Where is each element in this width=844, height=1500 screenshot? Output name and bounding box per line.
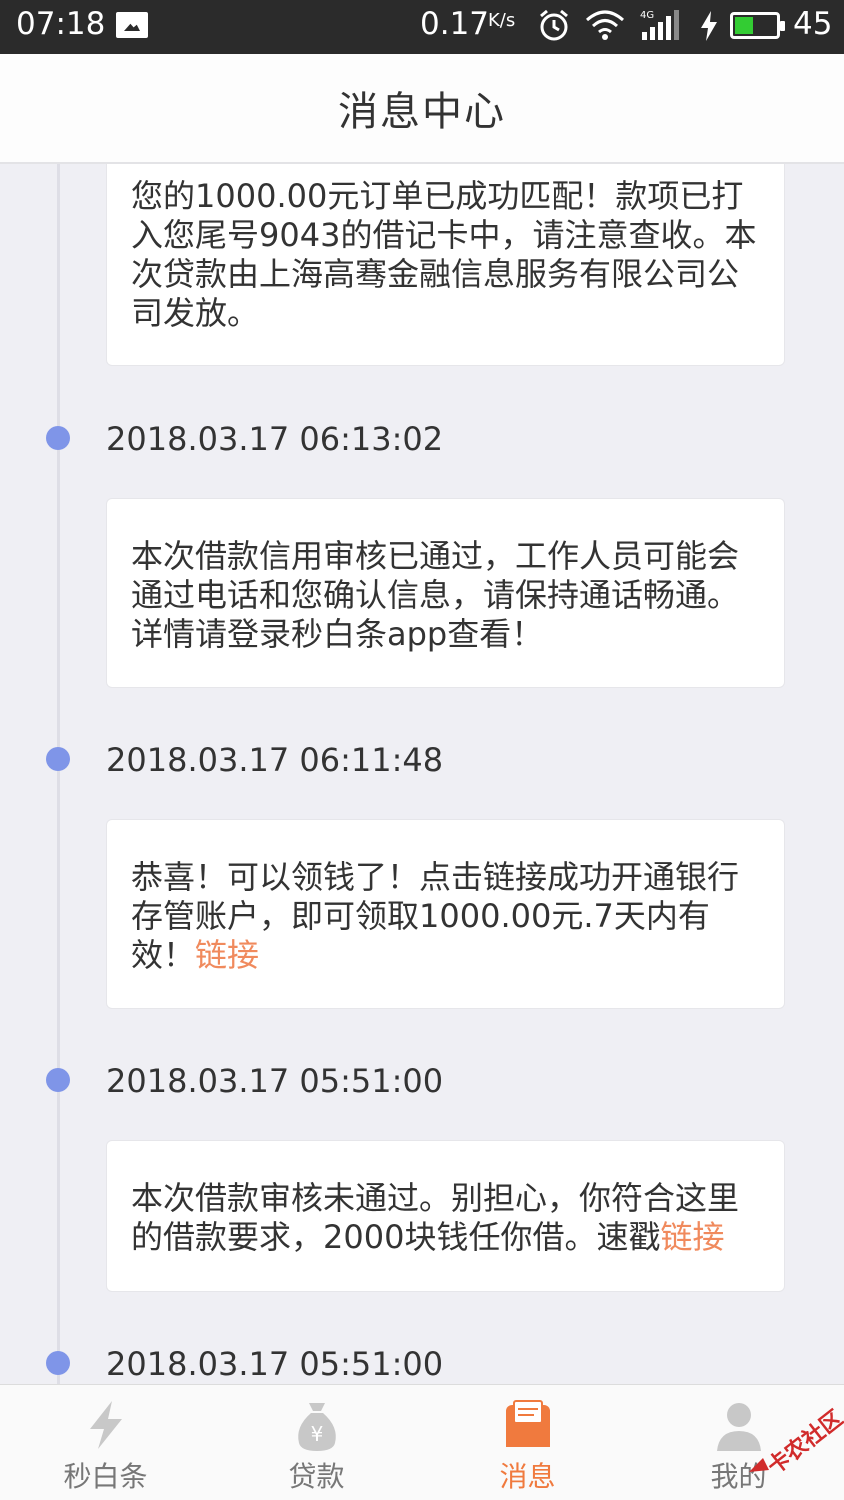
message-text-block: 本次借款审核未通过。别担心，你符合这里的借款要求，2000块钱任你借。速戳链接 (131, 1179, 760, 1257)
battery-icon (730, 12, 785, 39)
message-link[interactable]: 链接 (660, 1218, 724, 1256)
message-text: 您的1000.00元订单已成功匹配！款项已打入您尾号9043的借记卡中，请注意查… (131, 177, 757, 332)
tab-label: 贷款 (288, 1460, 345, 1493)
message-icon (505, 1400, 550, 1447)
lightning-icon (89, 1401, 122, 1449)
network-speed: 0.17 (420, 6, 490, 42)
alarm-icon (540, 9, 568, 41)
signal-icon: 4G (640, 10, 679, 40)
tab-miaobaitiao[interactable]: 秒白条 (0, 1385, 211, 1500)
message-text-block: 恭喜！可以领钱了！点击链接成功开通银行存管账户，即可领取1000.00元.7天内… (131, 858, 760, 975)
message-timestamp: 2018.03.17 06:11:48 (106, 741, 444, 779)
message-timestamp: 2018.03.17 05:51:00 (106, 1062, 444, 1100)
message-text: 本次借款信用审核已通过，工作人员可能会通过电话和您确认信息，请保持通话畅通。详情… (131, 537, 740, 653)
message-card: 您的1000.00元订单已成功匹配！款项已打入您尾号9043的借记卡中，请注意查… (106, 164, 785, 366)
message-card: 本次借款信用审核已通过，工作人员可能会通过电话和您确认信息，请保持通话畅通。详情… (106, 498, 785, 688)
page-title: 消息中心 (338, 89, 506, 135)
status-time: 07:18 (16, 6, 106, 42)
tab-messages[interactable]: 消息 (422, 1385, 633, 1500)
timeline-line (57, 164, 60, 1384)
message-timestamp: 2018.03.17 06:13:02 (106, 420, 444, 458)
tab-label: 秒白条 (63, 1460, 148, 1493)
svg-text:¥: ¥ (310, 1422, 323, 1446)
message-text: 本次借款审核未通过。别担心，你符合这里的借款要求，2000块钱任你借。速戳 (131, 1179, 740, 1256)
header: 消息中心 (0, 54, 844, 164)
wifi-icon (586, 10, 624, 40)
message-link[interactable]: 链接 (195, 936, 259, 974)
charging-icon (701, 11, 717, 41)
tab-label: 消息 (499, 1460, 556, 1493)
bottom-tab-bar: 秒白条 ¥ 贷款 消息 我的 (0, 1384, 844, 1500)
timeline-dot (46, 1351, 70, 1375)
timeline-dot (46, 1068, 70, 1092)
message-card: 恭喜！可以领钱了！点击链接成功开通银行存管账户，即可领取1000.00元.7天内… (106, 819, 785, 1009)
message-timestamp: 2018.03.17 05:51:00 (106, 1345, 444, 1383)
status-bar: 07:18 0.17 K/s 4G 45 (0, 0, 844, 54)
tab-loan[interactable]: ¥ 贷款 (211, 1385, 422, 1500)
battery-level: 45 (793, 6, 833, 42)
image-icon (116, 12, 148, 38)
money-bag-icon: ¥ (297, 1403, 336, 1451)
network-speed-unit: K/s (488, 10, 516, 31)
timeline-dot (46, 426, 70, 450)
signal-type-label: 4G (640, 10, 654, 21)
message-card: 本次借款审核未通过。别担心，你符合这里的借款要求，2000块钱任你借。速戳链接 (106, 1140, 785, 1292)
message-list[interactable]: 您的1000.00元订单已成功匹配！款项已打入您尾号9043的借记卡中，请注意查… (0, 164, 844, 1384)
timeline-dot (46, 747, 70, 771)
